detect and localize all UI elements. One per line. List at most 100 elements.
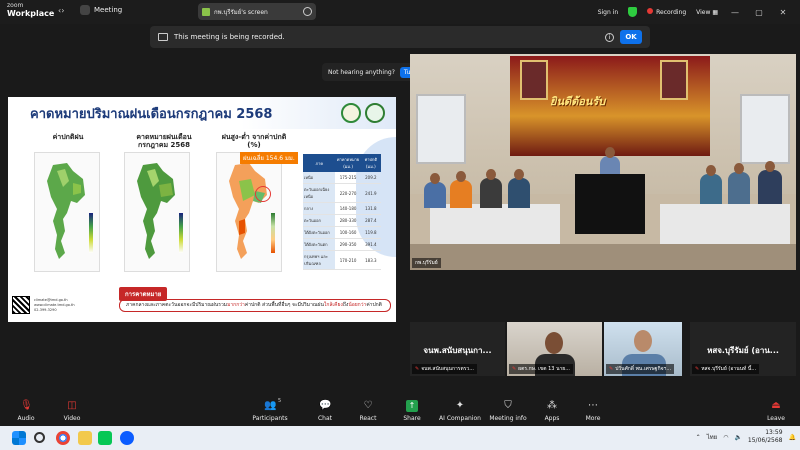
table-cell: กลาง (303, 202, 336, 215)
col-forecast-title: คาดหมายฝนเดือน กรกฎาคม 2568 (124, 133, 204, 149)
col-forecast-line2: กรกฎาคม 2568 (137, 141, 191, 149)
volume-icon[interactable]: 🔈 (734, 434, 741, 441)
taskbar-clock[interactable]: 13:59 15/06/2568 (748, 429, 783, 445)
table-cell: 183.3 (360, 250, 381, 270)
map-normal (34, 152, 100, 272)
close-window-icon[interactable]: ✕ (776, 8, 790, 17)
recording-indicator[interactable]: Recording (647, 8, 686, 16)
title-bar: zoom Workplace ‹› Meeting กพ.บุรีรัมย์'s… (0, 0, 800, 24)
participants-icon: 👥 (264, 400, 277, 411)
zoom-logo-line2: Workplace (7, 9, 55, 18)
participants-count: 5 (278, 398, 282, 404)
agency-logo-2 (365, 103, 385, 123)
table-cell: เหนือ (303, 172, 336, 184)
zoom-app-icon[interactable] (120, 431, 134, 445)
map-anomaly (216, 152, 282, 272)
contact-web: www.climate.tmd.go.th (34, 302, 75, 307)
participant-label-text: ปวันศักดิ์ พน.เศรษฐกิจฯ... (615, 366, 672, 372)
audio-toast-text: Not hearing anything? (328, 68, 395, 76)
mic-muted-icon: 🎙 (20, 400, 33, 411)
line-app-icon[interactable] (98, 431, 112, 445)
chat-button[interactable]: 💬 Chat (301, 400, 349, 422)
forecast-text-g: ค่าปกติ (366, 302, 382, 308)
rain-table: ภาค ค่าคาดหมาย (มม.) ค่าปกติ (มม.) เหนือ… (303, 154, 381, 270)
view-menu[interactable]: View ▦ (696, 9, 718, 16)
audio-button[interactable]: 🎙 Audio (2, 400, 50, 422)
shared-screen-label: กพ.บุรีรัมย์'s screen (214, 8, 268, 16)
taskbar-time: 13:59 (765, 429, 783, 436)
slide-contact: climate@tmd.go.th www.climate.tmd.go.th … (12, 296, 75, 314)
shared-screen-pill[interactable]: กพ.บุรีรัมย์'s screen (198, 3, 316, 20)
video-label: Video (63, 415, 81, 422)
minimize-icon[interactable]: — (728, 8, 742, 17)
map-forecast (124, 152, 190, 272)
input-language[interactable]: ไทย (707, 432, 718, 442)
search-icon[interactable] (34, 432, 45, 443)
recording-ok-button[interactable]: OK (620, 30, 642, 44)
table-cell: 131.8 (360, 202, 381, 215)
participant-display-name: จนพ.สนับสนุนกา... (423, 346, 492, 355)
participant-tile[interactable]: ✎ ปวันศักดิ์ พน.เศรษฐกิจฯ... (604, 322, 682, 376)
table-cell: ตะวันออกเฉียงเหนือ (303, 183, 336, 203)
participant-label: ✎ จนพ.สนับสนุนการตรว... (412, 364, 477, 374)
security-shield-icon[interactable] (628, 7, 638, 17)
main-video-tile[interactable]: ยินดีต้อนรับ กพ.บุรีรัมย์ (410, 54, 796, 270)
video-table-right (660, 204, 790, 244)
leave-button[interactable]: ⏏ Leave (752, 400, 800, 422)
tab-switch-chevron-icon[interactable]: ‹› (58, 6, 64, 15)
screen-thumbnail-icon (202, 7, 210, 16)
info-icon[interactable]: i (605, 32, 614, 42)
participants-button[interactable]: 👥 5 Participants (246, 398, 294, 422)
meeting-tab[interactable]: Meeting (80, 5, 122, 15)
heart-icon: ♡ (363, 400, 373, 411)
recording-camera-icon (158, 33, 168, 41)
more-button[interactable]: ⋯ More (569, 400, 617, 422)
sign-in-link[interactable]: Sign in (598, 9, 618, 16)
table-cell: 100-160 (335, 226, 361, 239)
thailand-map-anomaly (229, 163, 267, 259)
forecast-text-d: ใกล้เคียง (323, 302, 343, 308)
participant-tile[interactable]: หสจ.บุรีรัมย์ (อาน... ✎ หสจ.บุรีรัมย์ (อา… (690, 322, 796, 376)
chrome-icon[interactable] (56, 431, 70, 445)
ai-companion-button[interactable]: ✦ AI Companion (432, 400, 488, 422)
video-button[interactable]: ◫ Video (48, 400, 96, 422)
forecast-text-b: มากกว่า (227, 302, 245, 308)
participant-label: ✎ ปวันศักดิ์ พน.เศรษฐกิจฯ... (606, 364, 675, 374)
participant-tile[interactable]: จนพ.สนับสนุนกา... ✎ จนพ.สนับสนุนการตรว... (410, 322, 505, 376)
map-legend-forecast (179, 213, 183, 253)
wifi-icon[interactable]: ◠ (723, 434, 728, 441)
backdrop-text: ยินดีต้อนรับ (550, 95, 606, 108)
share-button[interactable]: ↑ Share (388, 400, 436, 422)
tray-chevron-icon[interactable]: ⌃ (696, 434, 701, 441)
share-label: Share (403, 415, 421, 422)
stop-viewing-icon[interactable] (303, 7, 312, 16)
qr-code-icon (12, 296, 30, 314)
video-off-icon: ◫ (67, 400, 77, 411)
participant-tile[interactable]: ✎ ผตร.กษ. เขต 13 นาย... (507, 322, 602, 376)
meeting-info-button[interactable]: ⛉ Meeting info (482, 400, 534, 422)
meeting-tab-label: Meeting (94, 6, 123, 14)
react-button[interactable]: ♡ React (344, 400, 392, 422)
video-person (450, 171, 472, 208)
shield-info-icon: ⛉ (504, 400, 512, 411)
title-bar-right: Sign in Recording View ▦ — ▢ ✕ (598, 0, 800, 24)
th-normal: ค่าปกติ (มม.) (360, 154, 381, 172)
shared-slide: คาดหมายปริมาณฝนเดือนกรกฎาคม 2568 ค่าปกติ… (8, 97, 396, 322)
table-cell: กรุงเทพฯ และปริมณฑล (303, 250, 336, 270)
notification-bell-icon[interactable]: 🔔 (789, 434, 796, 441)
file-explorer-icon[interactable] (78, 431, 92, 445)
audio-label: Audio (17, 415, 35, 422)
windows-start-icon[interactable] (12, 431, 26, 445)
col-anomaly-line2: (%) (247, 141, 261, 149)
participant-label-text: หสจ.บุรีรัมย์ (อานนท์ นี้... (701, 366, 757, 372)
table-row: ตะวันออกเฉียงเหนือ 220-270 241.9 (303, 183, 381, 203)
mic-muted-icon: ✎ (609, 366, 614, 372)
maximize-icon[interactable]: ▢ (752, 8, 766, 17)
table-cell: 140-180 (335, 202, 361, 215)
contact-lines: climate@tmd.go.th www.climate.tmd.go.th … (34, 298, 75, 313)
main-video-name: กพ.บุรีรัมย์ (412, 258, 441, 268)
table-cell: 175-215 (335, 172, 361, 184)
share-arrow-icon: ↑ (406, 400, 418, 412)
th-forecast: ค่าคาดหมาย (มม.) (335, 154, 361, 172)
col-forecast-line1: คาดหมายฝนเดือน (136, 133, 192, 141)
